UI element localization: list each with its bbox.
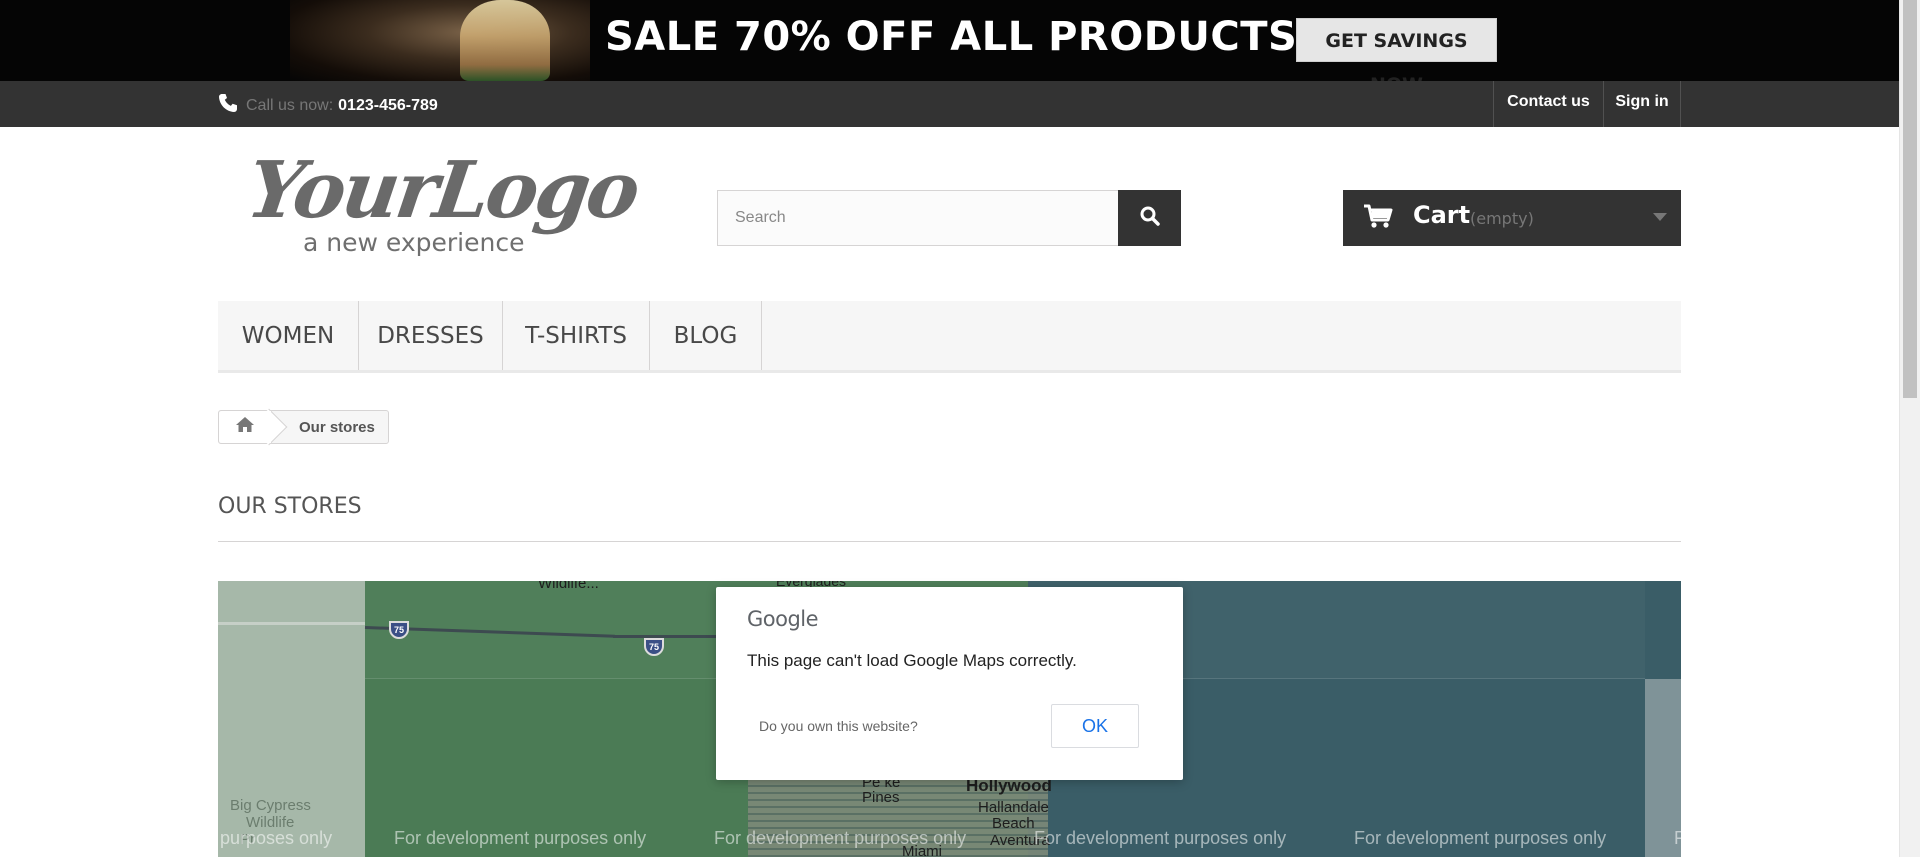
promo-headline: SALE 70% OFF ALL PRODUCTS	[605, 14, 1298, 60]
page-scrollbar[interactable]	[1899, 0, 1920, 857]
map-dev-watermark: For development purposes only	[1034, 828, 1287, 848]
breadcrumb: Our stores	[218, 408, 389, 446]
dialog-message: This page can't load Google Maps correct…	[747, 651, 1077, 670]
sign-in-link[interactable]: Sign in	[1603, 81, 1681, 127]
map-dev-watermark: F	[1674, 828, 1681, 848]
ok-button[interactable]: OK	[1051, 704, 1139, 748]
own-website-link[interactable]: Do you own this website?	[759, 718, 918, 734]
map-label-hallandale: Hallandale	[978, 799, 1049, 816]
map-label-beach: Beach	[992, 815, 1035, 832]
contact-us-link[interactable]: Contact us	[1493, 81, 1603, 127]
menu-item-dresses[interactable]: DRESSES	[359, 301, 503, 370]
cart-icon	[1363, 204, 1393, 235]
map-dev-watermark: purposes only	[220, 828, 333, 848]
search-icon	[1140, 206, 1160, 231]
map-label-wildlife: Wildlife...	[538, 581, 599, 592]
chevron-down-icon	[1653, 213, 1667, 221]
map-label-big-cypress: Big Cypress	[230, 797, 311, 814]
get-savings-button[interactable]: GET SAVINGS NOW	[1296, 18, 1497, 81]
page-title: OUR STORES	[218, 494, 362, 519]
map-road	[218, 622, 365, 625]
main-menu: WOMEN DRESSES T-SHIRTS BLOG	[218, 301, 1681, 373]
promo-model-figure	[460, 0, 550, 81]
menu-item-tshirts[interactable]: T-SHIRTS	[503, 301, 650, 370]
maps-error-dialog: Google This page can't load Google Maps …	[716, 587, 1183, 780]
logo-main-text: YourLogo	[241, 145, 643, 236]
menu-item-women[interactable]: WOMEN	[218, 301, 359, 370]
search-input[interactable]	[717, 190, 1119, 246]
search-button[interactable]	[1118, 190, 1181, 246]
logo-tagline: a new experience	[303, 228, 525, 257]
breadcrumb-current: Our stores	[299, 419, 375, 436]
promo-banner[interactable]: SALE 70% OFF ALL PRODUCTS GET SAVINGS NO…	[0, 0, 1899, 81]
cart-status: (empty)	[1470, 209, 1534, 228]
menu-item-blog[interactable]: BLOG	[650, 301, 762, 370]
map-dev-watermark: For development purposes only	[1354, 828, 1607, 848]
breadcrumb-home[interactable]	[219, 411, 271, 443]
title-divider	[218, 541, 1681, 542]
map-label-pines: Pines	[862, 789, 900, 806]
phone-number[interactable]: 0123-456-789	[338, 97, 438, 115]
cart-button[interactable]: Cart (empty)	[1343, 190, 1681, 246]
map-dev-watermark: For development purposes only	[394, 828, 647, 848]
scrollbar-thumb[interactable]	[1903, 0, 1917, 398]
phone-icon	[218, 93, 246, 118]
map-dev-watermark: For development purposes only	[714, 828, 967, 848]
call-us-info: Call us now: 0123-456-789	[218, 93, 438, 118]
cart-label: Cart	[1413, 201, 1471, 229]
home-icon	[235, 416, 255, 438]
call-label: Call us now:	[246, 96, 334, 114]
google-logo: Google	[747, 607, 819, 631]
site-logo[interactable]: YourLogo a new experience	[242, 145, 643, 262]
